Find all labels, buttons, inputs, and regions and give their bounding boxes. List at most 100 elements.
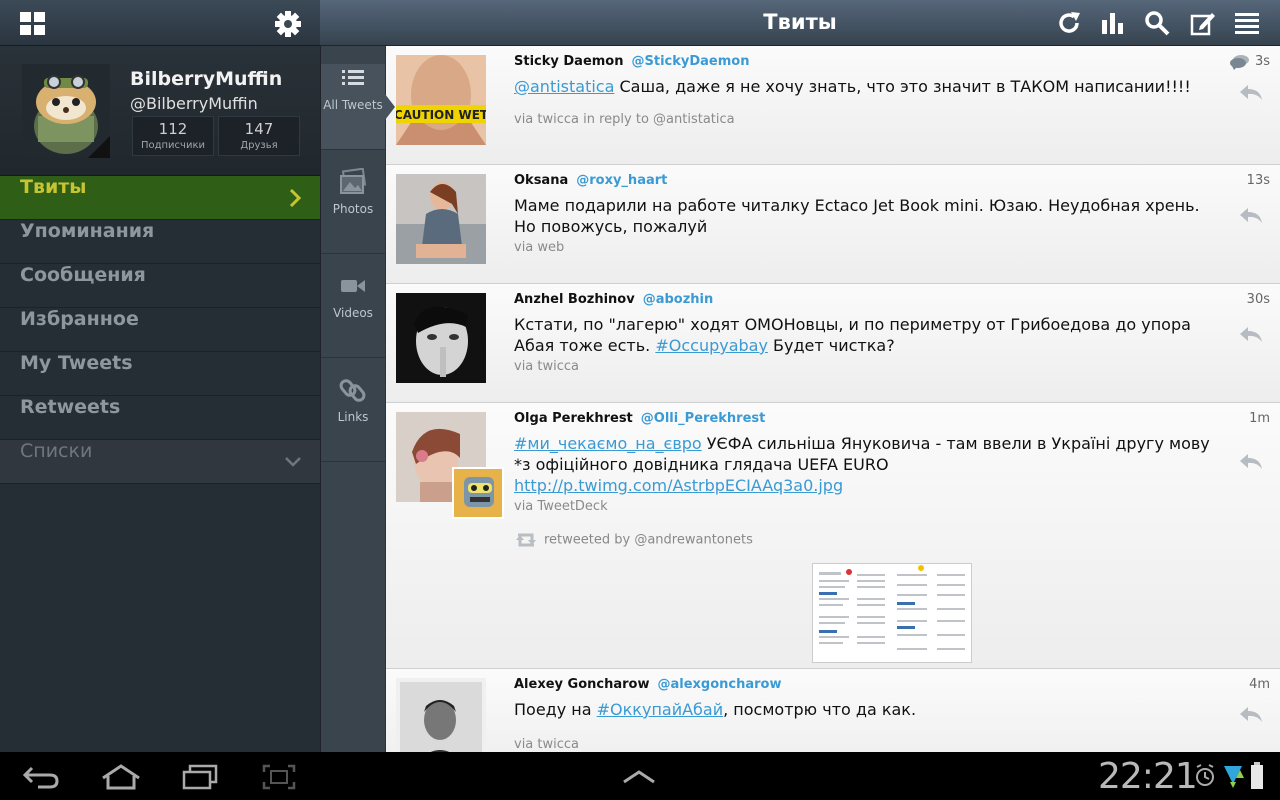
retweeted-by: retweeted by @andrewantonets <box>514 531 753 549</box>
friends-label: Друзья <box>240 140 278 151</box>
reply-icon[interactable] <box>1238 82 1264 102</box>
mention-link[interactable]: @antistatica <box>514 77 614 96</box>
nav-item-my-tweets[interactable]: My Tweets <box>0 352 320 396</box>
home-icon[interactable] <box>100 764 142 790</box>
author-handle[interactable]: @alexgoncharow <box>657 677 781 692</box>
tweet-via: via TweetDeck <box>514 499 608 514</box>
tweet-avatar[interactable] <box>396 174 486 264</box>
reply-icon[interactable] <box>1238 205 1264 225</box>
friends-stat[interactable]: 147 Друзья <box>218 116 300 156</box>
back-icon[interactable] <box>22 764 60 790</box>
tweet-text: Маме подарили на работе читалку Ectaco J… <box>514 196 1200 236</box>
tweet-text-body: Саша, даже я не хочу знать, что это знач… <box>614 77 1191 96</box>
nav-item-tweets[interactable]: Твиты <box>0 176 320 220</box>
gear-icon[interactable] <box>274 10 302 38</box>
avatar[interactable] <box>22 64 110 158</box>
grid-icon[interactable] <box>20 12 46 36</box>
nav-item-label: Твиты <box>20 176 87 198</box>
tweet-author[interactable]: Alexey Goncharow @alexgoncharow <box>514 677 782 692</box>
tweet-item[interactable]: Anzhel Bozhinov @abozhin 30s Кстати, по "… <box>386 284 1280 403</box>
nav-item-label: Списки <box>20 440 93 462</box>
followers-stat[interactable]: 112 Подписчики <box>132 116 214 156</box>
selection-arrow <box>385 94 395 120</box>
nav-item-label: My Tweets <box>20 352 133 374</box>
reply-icon[interactable] <box>1238 704 1264 724</box>
nav-item-label: Упоминания <box>20 220 155 242</box>
stats-icon[interactable] <box>1100 10 1126 36</box>
tweet-text-body: , посмотрю что да как. <box>723 700 917 719</box>
refresh-icon[interactable] <box>1056 10 1082 36</box>
followers-count: 112 <box>158 120 188 138</box>
tweet-via: via web <box>514 240 565 255</box>
tweet-avatar[interactable] <box>396 293 486 383</box>
tweet-author[interactable]: Olga Perekhrest @Olli_Perekhrest <box>514 411 765 426</box>
filter-photos[interactable]: Photos <box>321 168 385 254</box>
retweeted-by-text: retweeted by @andrewantonets <box>544 532 753 548</box>
tweet-text: #ми_чекаємо_на_євро УЄФА сильніша Януков… <box>514 433 1214 496</box>
retweet-icon <box>516 533 536 547</box>
nav-item-retweets[interactable]: Retweets <box>0 396 320 440</box>
status-clock: 22:21 <box>1098 756 1198 797</box>
tweet-item[interactable]: Olga Perekhrest @Olli_Perekhrest 1m #ми_ч… <box>386 403 1280 669</box>
hashtag-link[interactable]: #Occupyabay <box>655 336 768 355</box>
compose-icon[interactable] <box>1190 10 1216 36</box>
hashtag-link[interactable]: #ОккупайАбай <box>597 700 723 719</box>
search-icon[interactable] <box>1144 10 1170 36</box>
link-icon <box>339 379 366 402</box>
author-handle[interactable]: @Olli_Perekhrest <box>641 411 766 426</box>
url-link[interactable]: http://p.twimg.com/AstrbpECIAAq3a0.jpg <box>514 476 843 495</box>
tweet-time: 4m <box>1249 677 1270 692</box>
sidebar-nav: Твиты Упоминания Сообщения Избранное My … <box>0 176 320 484</box>
nav-item-lists[interactable]: Списки <box>0 440 320 484</box>
menu-icon[interactable] <box>1234 10 1260 36</box>
recent-apps-icon[interactable] <box>182 764 218 790</box>
reply-icon[interactable] <box>1238 451 1264 471</box>
author-handle[interactable]: @roxy_haart <box>576 173 667 188</box>
tweet-item[interactable]: Alexey Goncharow @alexgoncharow 4m Поеду … <box>386 669 1280 752</box>
reply-icon[interactable] <box>1238 324 1264 344</box>
tweet-item[interactable]: CAUTION WET Sticky Daemon @StickyDaemon 3… <box>386 46 1280 165</box>
nav-item-label: Retweets <box>20 396 121 418</box>
filter-all-tweets[interactable]: All Tweets <box>321 64 395 150</box>
tweet-author[interactable]: Anzhel Bozhinov @abozhin <box>514 292 713 307</box>
tweet-author[interactable]: Oksana @roxy_haart <box>514 173 667 188</box>
tweet-time: 30s <box>1246 292 1270 307</box>
chevron-up-icon[interactable] <box>622 764 656 790</box>
tweet-text: Поеду на #ОккупайАбай, посмотрю что да к… <box>514 699 1214 720</box>
nav-item-mentions[interactable]: Упоминания <box>0 220 320 264</box>
photos-icon <box>340 168 367 194</box>
tweet-author[interactable]: Sticky Daemon @StickyDaemon <box>514 54 749 69</box>
sidebar: BilberryMuffin @BilberryMuffin 112 Подпи… <box>0 0 320 752</box>
author-handle[interactable]: @StickyDaemon <box>632 54 750 69</box>
author-name: Anzhel Bozhinov <box>514 292 635 307</box>
nav-item-messages[interactable]: Сообщения <box>0 264 320 308</box>
tweet-text: @antistatica Саша, даже я не хочу знать,… <box>514 76 1214 97</box>
filter-label: Photos <box>332 202 374 216</box>
tweet-avatar[interactable]: CAUTION WET <box>396 55 486 145</box>
tweet-item[interactable]: Oksana @roxy_haart 13s Маме подарили на р… <box>386 165 1280 284</box>
filter-videos[interactable]: Videos <box>321 272 385 358</box>
tweet-via: via twicca <box>514 737 580 752</box>
friends-count: 147 <box>244 120 274 138</box>
chevron-right-icon <box>289 188 302 208</box>
tweet-avatar[interactable] <box>396 678 486 752</box>
retweeter-avatar[interactable] <box>452 467 504 519</box>
author-handle[interactable]: @abozhin <box>643 292 714 307</box>
filter-label: All Tweets <box>323 98 383 112</box>
sidebar-toolbar <box>0 0 320 46</box>
chevron-down-icon <box>285 457 301 467</box>
nav-item-label: Сообщения <box>20 264 146 286</box>
hashtag-link[interactable]: #ми_чекаємо_на_євро <box>514 434 702 453</box>
filter-label: Links <box>337 410 369 424</box>
image-preview[interactable] <box>812 563 972 663</box>
battery-icon <box>1251 762 1263 789</box>
filter-links[interactable]: Links <box>321 376 385 462</box>
conversation-icon[interactable] <box>1230 54 1250 70</box>
app-header: Твиты <box>320 0 1280 46</box>
author-name: Olga Perekhrest <box>514 411 633 426</box>
nav-item-favorites[interactable]: Избранное <box>0 308 320 352</box>
tweet-list[interactable]: CAUTION WET Sticky Daemon @StickyDaemon 3… <box>386 46 1280 752</box>
screenshot-icon[interactable] <box>262 764 296 790</box>
followers-label: Подписчики <box>140 140 206 151</box>
author-name: Oksana <box>514 173 569 188</box>
